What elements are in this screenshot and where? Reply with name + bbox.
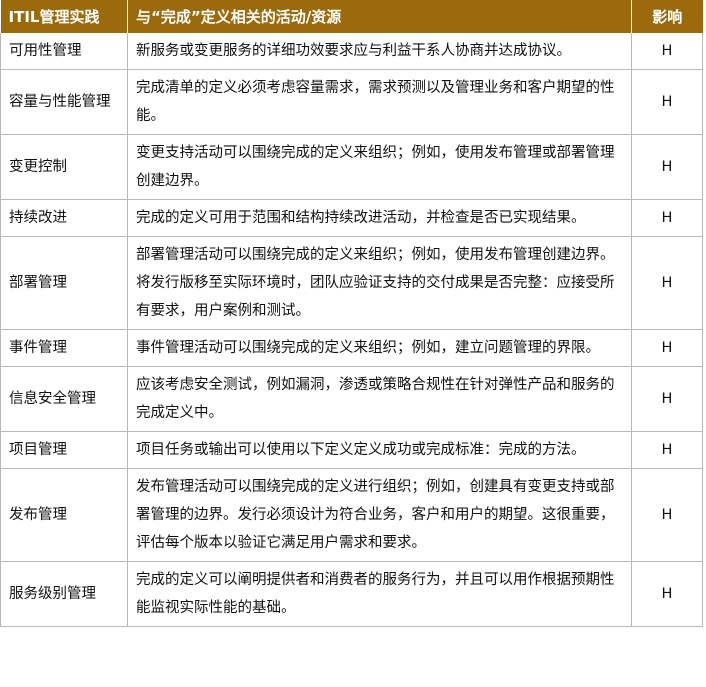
table-row: 部署管理 部署管理活动可以围绕完成的定义来组织；例如，使用发布管理创建边界。将发…	[0, 236, 703, 330]
table-row: 发布管理 发布管理活动可以围绕完成的定义进行组织；例如，创建具有变更支持或部署管…	[0, 468, 703, 562]
impact-cell: H	[631, 329, 703, 367]
activity-cell: 应该考虑安全测试，例如漏洞，渗透或策略合规性在针对弹性产品和服务的完成定义中。	[127, 366, 632, 432]
table-row: 可用性管理 新服务或变更服务的详细功效要求应与利益干系人协商并达成协议。 H	[0, 33, 703, 70]
activity-cell: 完成的定义可以阐明提供者和消费者的服务行为，并且可以用作根据预期性能监视实际性能…	[127, 561, 632, 627]
table-row: 事件管理 事件管理活动可以围绕完成的定义来组织；例如，建立问题管理的界限。 H	[0, 329, 703, 367]
practice-cell: 变更控制	[0, 134, 128, 200]
header-row: ITIL管理实践 与“完成”定义相关的活动/资源 影响	[0, 0, 703, 33]
impact-cell: H	[631, 199, 703, 237]
activity-cell: 事件管理活动可以围绕完成的定义来组织；例如，建立问题管理的界限。	[127, 329, 632, 367]
impact-cell: H	[631, 431, 703, 469]
practice-cell: 信息安全管理	[0, 366, 128, 432]
activity-cell: 新服务或变更服务的详细功效要求应与利益干系人协商并达成协议。	[127, 33, 632, 70]
impact-cell: H	[631, 236, 703, 330]
impact-cell: H	[631, 366, 703, 432]
practice-cell: 可用性管理	[0, 33, 128, 70]
practice-cell: 容量与性能管理	[0, 69, 128, 135]
impact-cell: H	[631, 134, 703, 200]
practice-cell: 项目管理	[0, 431, 128, 469]
impact-cell: H	[631, 69, 703, 135]
practice-cell: 服务级别管理	[0, 561, 128, 627]
itil-practices-table: ITIL管理实践 与“完成”定义相关的活动/资源 影响 可用性管理 新服务或变更…	[0, 0, 703, 627]
table-row: 信息安全管理 应该考虑安全测试，例如漏洞，渗透或策略合规性在针对弹性产品和服务的…	[0, 366, 703, 432]
activity-cell: 完成清单的定义必须考虑容量需求，需求预测以及管理业务和客户期望的性能。	[127, 69, 632, 135]
activity-cell: 发布管理活动可以围绕完成的定义进行组织；例如，创建具有变更支持或部署管理的边界。…	[127, 468, 632, 562]
activity-cell: 变更支持活动可以围绕完成的定义来组织；例如，使用发布管理或部署管理创建边界。	[127, 134, 632, 200]
table-row: 变更控制 变更支持活动可以围绕完成的定义来组织；例如，使用发布管理或部署管理创建…	[0, 134, 703, 200]
header-practice: ITIL管理实践	[0, 0, 128, 33]
table-row: 容量与性能管理 完成清单的定义必须考虑容量需求，需求预测以及管理业务和客户期望的…	[0, 69, 703, 135]
impact-cell: H	[631, 561, 703, 627]
impact-cell: H	[631, 33, 703, 70]
practice-cell: 部署管理	[0, 236, 128, 330]
table-row: 服务级别管理 完成的定义可以阐明提供者和消费者的服务行为，并且可以用作根据预期性…	[0, 561, 703, 627]
practice-cell: 发布管理	[0, 468, 128, 562]
practice-cell: 持续改进	[0, 199, 128, 237]
practice-cell: 事件管理	[0, 329, 128, 367]
header-impact: 影响	[631, 0, 703, 33]
table-row: 持续改进 完成的定义可用于范围和结构持续改进活动，并检查是否已实现结果。 H	[0, 199, 703, 237]
activity-cell: 部署管理活动可以围绕完成的定义来组织；例如，使用发布管理创建边界。将发行版移至实…	[127, 236, 632, 330]
activity-cell: 项目任务或输出可以使用以下定义定义成功或完成标准：完成的方法。	[127, 431, 632, 469]
table-row: 项目管理 项目任务或输出可以使用以下定义定义成功或完成标准：完成的方法。 H	[0, 431, 703, 469]
header-activity: 与“完成”定义相关的活动/资源	[127, 0, 632, 33]
activity-cell: 完成的定义可用于范围和结构持续改进活动，并检查是否已实现结果。	[127, 199, 632, 237]
impact-cell: H	[631, 468, 703, 562]
